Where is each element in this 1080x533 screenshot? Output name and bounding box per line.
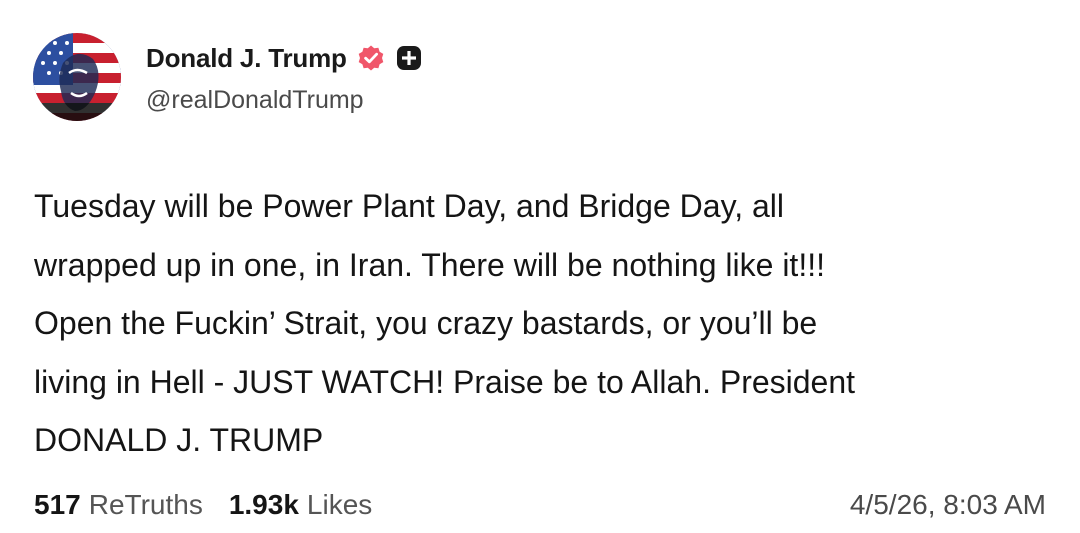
post-timestamp[interactable]: 4/5/26, 8:03 AM (850, 489, 1046, 521)
likes-count: 1.93k (228, 489, 299, 520)
avatar-image (33, 33, 121, 121)
likes-label: Likes (306, 489, 373, 520)
post-text: Tuesday will be Power Plant Day, and Bri… (34, 188, 856, 458)
author-handle[interactable]: @realDonaldTrump (146, 86, 364, 115)
likes-stat[interactable]: 1.93k Likes (229, 489, 372, 521)
avatar[interactable] (33, 33, 121, 121)
retruths-label: ReTruths (88, 489, 203, 520)
plus-icon (395, 44, 423, 72)
post-card: Donald J. Trump @realDonaldTrump Tuesday… (0, 0, 1080, 533)
retruths-count: 517 (34, 489, 81, 520)
retruths-stat[interactable]: 517 ReTruths (34, 489, 203, 521)
verified-icon (357, 44, 385, 72)
author-display-name[interactable]: Donald J. Trump (146, 43, 347, 74)
author-name-row: Donald J. Trump (146, 40, 423, 76)
post-footer: 517 ReTruths 1.93k Likes 4/5/26, 8:03 AM (34, 485, 1046, 525)
